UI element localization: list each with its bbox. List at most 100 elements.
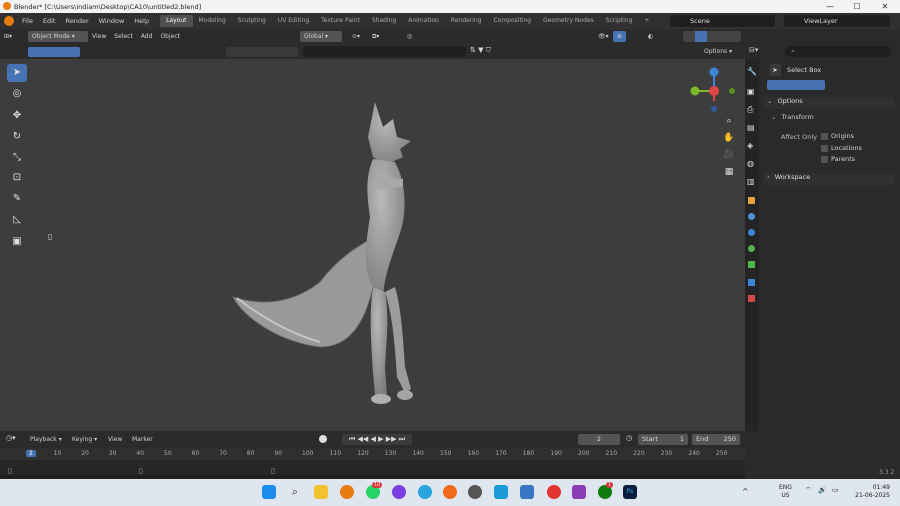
add-cube-tool-icon[interactable]: ▣ bbox=[7, 233, 27, 251]
volume-icon[interactable]: 🔊 bbox=[818, 486, 827, 494]
menu-timeline-view[interactable]: View bbox=[104, 434, 126, 445]
file-explorer-icon[interactable] bbox=[314, 485, 328, 499]
tool-tab-icon[interactable]: 🔧 bbox=[747, 67, 757, 76]
3d-viewport[interactable]: ➤ ◎ ✥ ↻ ⤡ ⊡ ✎ ◺ ▣ ▯ ⌕ ✋ 🎥 ▦ bbox=[0, 59, 745, 431]
visibility-icon[interactable]: 👁▾ bbox=[594, 31, 613, 42]
mode-dropdown[interactable]: Object Mode ▾ bbox=[28, 31, 89, 42]
frame-ruler[interactable]: 2 10 20 30 40 50 60 70 80 90 100 110 120 130 140 150 160… bbox=[0, 448, 745, 460]
app-icon[interactable] bbox=[520, 485, 534, 499]
navigation-gizmo[interactable] bbox=[686, 63, 742, 119]
parents-checkbox[interactable]: Parents bbox=[821, 155, 855, 163]
proportional-edit-icon[interactable]: ◎ bbox=[403, 31, 416, 42]
locations-checkbox[interactable]: Locations bbox=[821, 144, 862, 152]
view-layer-selector[interactable]: ViewLayer bbox=[784, 15, 890, 27]
select-box-tool-icon[interactable]: ➤ bbox=[7, 64, 27, 82]
object-tab-icon[interactable] bbox=[748, 197, 755, 204]
scene-selector[interactable]: Scene bbox=[670, 15, 775, 27]
keyframe-marker-icon[interactable]: ▯ bbox=[139, 467, 143, 475]
select-mode-buttons[interactable] bbox=[28, 47, 80, 57]
clock[interactable]: 01:49 21-06-2025 bbox=[850, 484, 890, 500]
world-tab-icon[interactable]: ◍ bbox=[747, 159, 754, 168]
wifi-icon[interactable]: ⌔ bbox=[805, 486, 812, 495]
language-indicator[interactable]: ENG US bbox=[779, 484, 792, 500]
keyframe-marker-icon[interactable]: ▯ bbox=[271, 467, 275, 475]
battery-icon[interactable]: ▭ bbox=[832, 486, 839, 494]
search-input[interactable] bbox=[302, 46, 467, 57]
pan-hand-icon[interactable]: ✋ bbox=[722, 131, 736, 145]
tab-animation[interactable]: Animation bbox=[402, 15, 445, 27]
move-tool-icon[interactable]: ✥ bbox=[7, 107, 27, 125]
collection-tab-icon[interactable]: ▥ bbox=[747, 177, 755, 186]
outliner-filter-buttons[interactable] bbox=[226, 47, 298, 57]
constraints-tab-icon[interactable] bbox=[748, 261, 755, 268]
menu-object[interactable]: Object bbox=[156, 31, 184, 42]
workspace-section-header[interactable]: › Workspace bbox=[763, 173, 895, 185]
properties-search-input[interactable]: ⌕ bbox=[785, 46, 891, 57]
xray-icon[interactable]: ◐ bbox=[644, 31, 657, 42]
render-tab-icon[interactable]: ▣ bbox=[747, 87, 755, 96]
tab-modeling[interactable]: Modeling bbox=[193, 15, 232, 27]
transform-tool-icon[interactable]: ⊡ bbox=[7, 169, 27, 187]
particles-tab-icon[interactable] bbox=[748, 229, 755, 236]
output-tab-icon[interactable]: ⎙ bbox=[747, 105, 753, 115]
tab-sculpting[interactable]: Sculpting bbox=[232, 15, 272, 27]
menu-add[interactable]: Add bbox=[137, 31, 157, 42]
add-workspace-button[interactable]: + bbox=[638, 15, 655, 27]
tab-shading[interactable]: Shading bbox=[366, 15, 402, 27]
orientation-dropdown[interactable]: Global ▾ bbox=[300, 31, 342, 42]
annotate-tool-icon[interactable]: ✎ bbox=[7, 190, 27, 208]
select-box-tool-preview-icon[interactable]: ➤ bbox=[769, 64, 781, 76]
modifier-tab-icon[interactable] bbox=[748, 213, 755, 220]
record-button[interactable] bbox=[319, 435, 327, 443]
filter-icon[interactable]: ⇅ ▼ ⛉ bbox=[470, 46, 491, 55]
snap-icon[interactable]: ⧉▾ bbox=[368, 31, 383, 42]
menu-render[interactable]: Render bbox=[60, 17, 93, 25]
toolbar-handle-icon[interactable]: ▯ bbox=[48, 232, 52, 241]
tab-geometry-nodes[interactable]: Geometry Nodes bbox=[537, 15, 600, 27]
blender-menu-icon[interactable] bbox=[4, 16, 14, 26]
menu-edit[interactable]: Edit bbox=[38, 17, 61, 25]
solid-shading-button[interactable] bbox=[695, 31, 707, 42]
scene-tab-icon[interactable]: ◈ bbox=[747, 141, 753, 150]
select-mode-toggle-group[interactable] bbox=[767, 80, 825, 90]
rotate-tool-icon[interactable]: ↻ bbox=[7, 128, 27, 146]
search-icon[interactable]: ⌕ bbox=[288, 485, 302, 499]
menu-file[interactable]: File bbox=[17, 17, 38, 25]
menu-playback[interactable]: Playback ▾ bbox=[26, 434, 66, 445]
telegram-icon[interactable] bbox=[418, 485, 432, 499]
blender-taskbar-icon[interactable] bbox=[340, 485, 354, 499]
scale-tool-icon[interactable]: ⤡ bbox=[7, 149, 27, 167]
start-frame-field[interactable]: Start 1 bbox=[638, 434, 688, 445]
tab-layout[interactable]: Layout bbox=[160, 15, 193, 27]
start-windows-icon[interactable] bbox=[262, 485, 276, 499]
menu-select[interactable]: Select bbox=[110, 31, 137, 42]
pivot-icon[interactable]: ⊙▾ bbox=[348, 31, 364, 42]
keyframe-marker-icon[interactable]: ▯ bbox=[8, 467, 12, 475]
options-dropdown[interactable]: Options ▾ bbox=[700, 46, 736, 57]
preview-range-icon[interactable]: ◷ bbox=[626, 434, 632, 442]
measure-tool-icon[interactable]: ◺ bbox=[7, 211, 27, 229]
gizmo-icon[interactable]: ⊕ bbox=[613, 31, 627, 42]
data-tab-icon[interactable] bbox=[748, 279, 755, 286]
options-section-header[interactable]: ⌄ Options bbox=[763, 97, 895, 109]
perspective-grid-icon[interactable]: ▦ bbox=[722, 165, 736, 179]
close-button[interactable]: ✕ bbox=[871, 0, 899, 13]
playback-controls[interactable]: ⏮ ◀◀ ◀ ▶ ▶▶ ⏭ bbox=[342, 434, 412, 445]
character-model[interactable] bbox=[225, 97, 425, 412]
app-icon[interactable] bbox=[468, 485, 482, 499]
menu-window[interactable]: Window bbox=[94, 17, 130, 25]
tab-compositing[interactable]: Compositing bbox=[487, 15, 537, 27]
transform-subsection-header[interactable]: ⌄ Transform bbox=[771, 113, 895, 125]
minimize-button[interactable]: — bbox=[816, 0, 844, 13]
tab-uv-editing[interactable]: UV Editing bbox=[272, 15, 315, 27]
menu-marker[interactable]: Marker bbox=[128, 434, 157, 445]
origins-checkbox[interactable]: Origins bbox=[821, 132, 854, 140]
end-frame-field[interactable]: End 250 bbox=[692, 434, 740, 445]
app-icon[interactable] bbox=[494, 485, 508, 499]
firefox-icon[interactable] bbox=[443, 485, 457, 499]
editor-type-icon[interactable]: ⊞▾ bbox=[0, 31, 16, 42]
app-icon[interactable] bbox=[392, 485, 406, 499]
app-icon[interactable] bbox=[572, 485, 586, 499]
menu-keying[interactable]: Keying ▾ bbox=[68, 434, 101, 445]
tab-texture-paint[interactable]: Texture Paint bbox=[315, 15, 366, 27]
